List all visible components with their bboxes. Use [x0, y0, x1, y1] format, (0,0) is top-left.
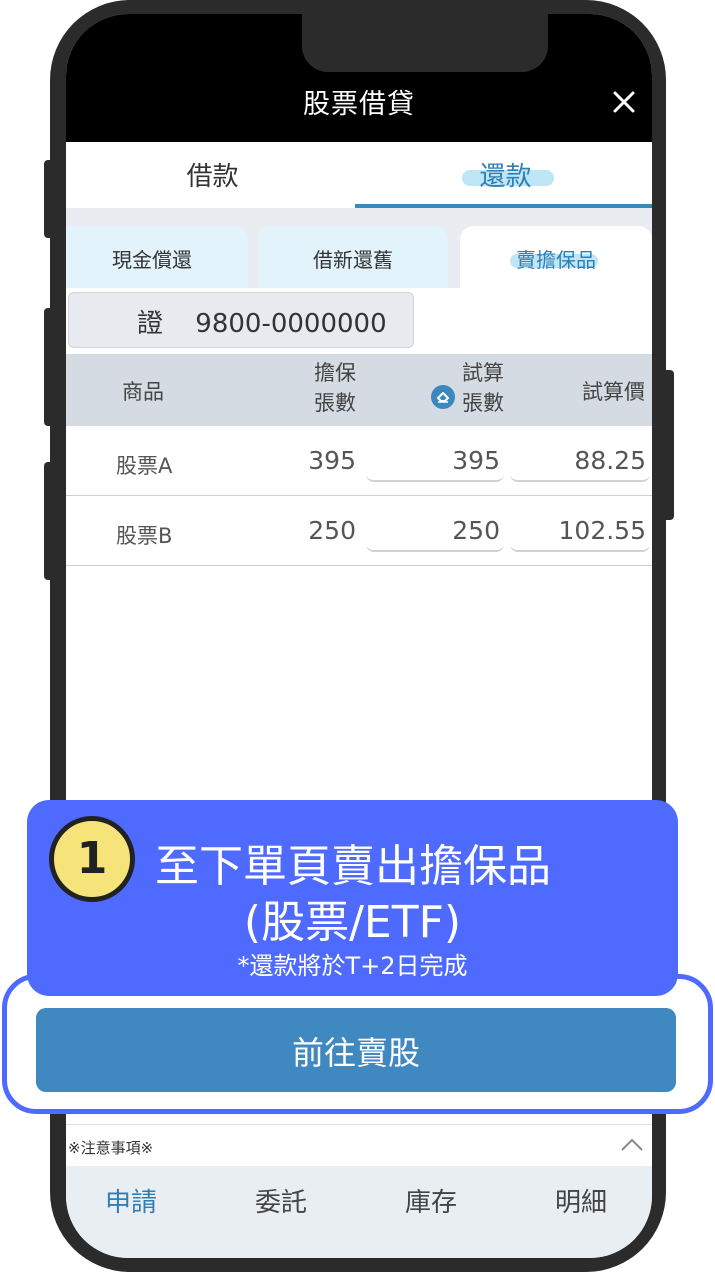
subtab-label: 借新還舊 — [313, 248, 393, 272]
subtab-label: 現金償還 — [112, 248, 192, 272]
close-icon[interactable] — [606, 84, 642, 120]
subtab-sell-collateral[interactable]: 賣擔保品 — [460, 226, 652, 288]
tooltip-note: *還款將於T+2日完成 — [237, 952, 468, 980]
chevron-up-icon[interactable] — [618, 1131, 646, 1159]
trial-price-input[interactable]: 88.25 — [510, 440, 650, 482]
guide-tooltip: 1 至下單頁賣出擔保品 (股票/ETF) *還款將於T+2日完成 — [27, 800, 678, 996]
go-sell-button[interactable]: 前往賣股 — [36, 1008, 676, 1092]
main-tabs: 借款 還款 — [66, 142, 652, 206]
trial-price-input[interactable]: 102.55 — [510, 510, 650, 552]
nav-inventory[interactable]: 庫存 — [358, 1182, 504, 1219]
account-selector[interactable]: 證 9800-0000000 — [68, 292, 414, 348]
account-number: 9800-0000000 — [195, 309, 387, 339]
subtab-label: 賣擔保品 — [516, 248, 596, 272]
product-name: 股票B — [116, 524, 173, 548]
tab-label: 借款 — [186, 162, 239, 192]
tab-repay[interactable]: 還款 — [359, 156, 652, 193]
product-name: 股票A — [116, 454, 173, 478]
account-prefix: 證 — [137, 309, 164, 339]
header-trial-qty: 試算 張數 — [450, 358, 504, 418]
header-line: 試算 — [462, 361, 504, 385]
tab-borrow[interactable]: 借款 — [66, 156, 359, 193]
header-trial-price: 試算價 — [582, 380, 645, 404]
notice-bar[interactable]: ※注意事項※ — [66, 1124, 652, 1166]
tooltip-subtitle: (股票/ETF) — [243, 897, 462, 948]
subtab-new-loan-repay[interactable]: 借新還舊 — [258, 226, 448, 288]
tooltip-title: 至下單頁賣出擔保品 — [155, 841, 551, 892]
bottom-nav: 申請 委託 庫存 明細 — [66, 1166, 652, 1258]
header-line: 張數 — [462, 391, 504, 415]
header-collateral-qty: 擔保 張數 — [302, 358, 356, 418]
tab-label: 還款 — [479, 162, 532, 192]
nav-apply[interactable]: 申請 — [66, 1182, 204, 1219]
trial-qty-input[interactable]: 250 — [366, 510, 504, 552]
collateral-qty: 250 — [308, 516, 356, 545]
collateral-qty: 395 — [308, 446, 356, 475]
account-area: 證 9800-0000000 — [66, 288, 652, 356]
notice-label: ※注意事項※ — [68, 1139, 154, 1157]
table-header: 商品 擔保 張數 試算 張數 試算價 — [66, 354, 652, 426]
nav-details[interactable]: 明細 — [508, 1182, 652, 1219]
trial-qty-input[interactable]: 395 — [366, 440, 504, 482]
sub-tabs: 現金償還 借新還舊 賣擔保品 — [66, 208, 652, 288]
subtab-cash-repay[interactable]: 現金償還 — [66, 226, 248, 288]
header-line: 擔保 — [314, 361, 356, 385]
page-title: 股票借貸 — [303, 89, 415, 120]
phone-notch — [302, 14, 548, 72]
header-line: 張數 — [314, 391, 356, 415]
nav-orders[interactable]: 委託 — [208, 1182, 354, 1219]
header-product: 商品 — [122, 380, 164, 404]
eraser-icon[interactable] — [430, 384, 456, 410]
table-row: 股票A 395 395 88.25 — [66, 426, 652, 496]
table-row: 股票B 250 250 102.55 — [66, 496, 652, 566]
